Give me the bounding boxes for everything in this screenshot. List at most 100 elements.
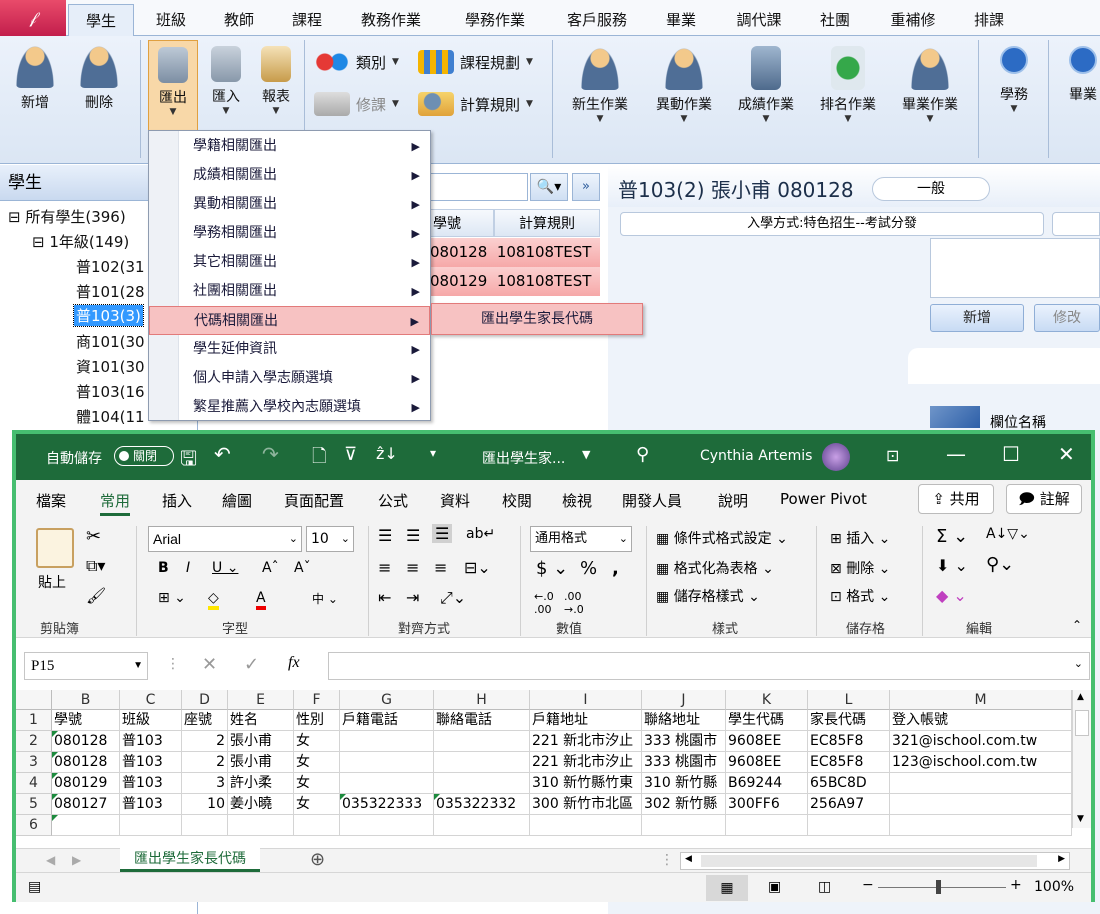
table-cell[interactable]: 221 新北市汐止 <box>530 752 642 773</box>
table-cell[interactable]: 聯絡電話 <box>434 710 530 731</box>
tree-class-item[interactable]: 普101(28 <box>76 281 145 302</box>
calc-rule-button[interactable]: 計算規則 ▼ <box>418 92 533 116</box>
tree-class-item[interactable]: 普103(16 <box>76 381 145 402</box>
zoom-slider[interactable] <box>878 880 1006 894</box>
cut-icon[interactable]: ✂ <box>86 526 101 547</box>
table-cell[interactable]: 302 新竹縣 <box>642 794 726 815</box>
search-icon[interactable]: ⚲ <box>636 444 649 465</box>
table-cell[interactable]: 女 <box>294 731 340 752</box>
column-header-h[interactable]: H <box>434 690 530 710</box>
clear-icon[interactable]: ◆ ⌄ <box>936 586 967 605</box>
table-cell[interactable] <box>890 773 1072 794</box>
orientation-icon[interactable]: ⤢⌄ <box>440 588 466 608</box>
table-cell[interactable]: 123@ischool.com.tw <box>890 752 1072 773</box>
edit-button[interactable]: 修改 <box>1034 304 1100 332</box>
column-header-b[interactable]: B <box>52 690 120 710</box>
table-cell[interactable]: 聯絡地址 <box>642 710 726 731</box>
tab-page-layout[interactable]: 頁面配置 <box>284 490 344 511</box>
tab-student-affairs[interactable]: 學務作業 <box>450 4 540 36</box>
row-header[interactable]: 3 <box>16 752 52 773</box>
bold-icon[interactable]: B <box>158 560 169 576</box>
delete-student-button[interactable]: 刪除 <box>72 44 126 112</box>
table-cell[interactable] <box>434 752 530 773</box>
table-cell[interactable] <box>120 815 182 836</box>
page-break-view-icon[interactable]: ◫ <box>818 879 831 895</box>
table-cell[interactable]: 310 新竹縣 <box>642 773 726 794</box>
table-cell[interactable]: 登入帳號 <box>890 710 1072 731</box>
table-cell[interactable] <box>340 752 434 773</box>
table-cell[interactable]: 張小甫 <box>228 731 294 752</box>
table-cell[interactable]: 300FF6 <box>726 794 808 815</box>
table-cell[interactable]: EC85F8 <box>808 731 890 752</box>
tab-course[interactable]: 課程 <box>278 4 336 36</box>
prev-sheet-icon[interactable]: ◀ <box>46 853 55 867</box>
table-cell[interactable]: 080128 <box>52 731 120 752</box>
tab-graduation[interactable]: 畢業 <box>652 4 710 36</box>
table-cell[interactable] <box>294 815 340 836</box>
row-header[interactable]: 1 <box>16 710 52 731</box>
search-button[interactable]: 🔍▾ <box>530 173 568 201</box>
new-file-icon[interactable]: 🗋 <box>312 444 326 474</box>
shrink-font-icon[interactable]: Aˇ <box>294 560 311 576</box>
table-cell[interactable] <box>530 815 642 836</box>
menu-item-enrollment-export[interactable]: 學籍相關匯出 ▶ <box>149 132 430 161</box>
table-cell[interactable] <box>182 815 228 836</box>
table-cell[interactable]: 2 <box>182 731 228 752</box>
table-cell[interactable]: EC85F8 <box>808 752 890 773</box>
sheet-tab[interactable]: 匯出學生家長代碼 <box>120 848 260 872</box>
sort-icon[interactable]: ẑ↓ <box>376 444 398 463</box>
row-header[interactable]: 2 <box>16 731 52 752</box>
tab-file[interactable]: 檔案 <box>36 490 66 511</box>
table-row[interactable]: 080129 108108TEST <box>430 267 600 296</box>
search-input[interactable] <box>430 173 528 201</box>
zoom-level[interactable]: 100% <box>1034 879 1074 895</box>
align-bottom-icon[interactable]: ☰ <box>432 524 453 543</box>
file-name[interactable]: 匯出學生家... <box>482 448 565 468</box>
name-box[interactable]: P15 ▼ <box>24 652 148 680</box>
table-cell[interactable] <box>726 815 808 836</box>
italic-icon[interactable]: I <box>186 560 190 576</box>
maximize-icon[interactable]: ☐ <box>1002 442 1020 466</box>
comma-icon[interactable]: , <box>612 558 619 579</box>
table-cell[interactable] <box>52 815 120 836</box>
table-cell[interactable]: 姜小曉 <box>228 794 294 815</box>
number-format-select[interactable]: 通用格式 ⌄ <box>530 526 632 552</box>
table-cell[interactable] <box>434 815 530 836</box>
student-affairs-button[interactable]: 學務 ▼ <box>988 46 1040 114</box>
menu-item-affairs-export[interactable]: 學務相關匯出 ▶ <box>149 219 430 248</box>
format-cells-button[interactable]: ⊡ 格式 ⌄ <box>830 586 890 606</box>
h-scroll-thumb[interactable] <box>701 855 1037 867</box>
table-cell[interactable]: 普103 <box>120 794 182 815</box>
underline-icon[interactable]: U ⌄ <box>212 560 238 576</box>
column-header-c[interactable]: C <box>120 690 182 710</box>
table-cell[interactable]: 2 <box>182 752 228 773</box>
table-cell[interactable] <box>434 731 530 752</box>
fill-color-icon[interactable]: ◇ <box>208 590 219 610</box>
repair-button[interactable]: 修課 ▼ <box>314 92 399 116</box>
menu-item-star-recommendation[interactable]: 繁星推薦入學校內志願選填 ▶ <box>149 393 430 422</box>
tab-home[interactable]: 常用 <box>100 490 131 516</box>
zoom-thumb[interactable] <box>936 880 941 894</box>
format-as-table-button[interactable]: ▦ 格式化為表格 ⌄ <box>656 558 774 578</box>
table-cell[interactable]: 333 桃園市 <box>642 731 726 752</box>
table-cell[interactable]: 080128 <box>52 752 120 773</box>
add-button[interactable]: 新增 <box>930 304 1024 332</box>
filter-icon[interactable]: ⊽ <box>344 444 357 465</box>
submenu-export-parent-code[interactable]: 匯出學生家長代碼 <box>431 303 643 335</box>
table-cell[interactable]: 035322332 <box>434 794 530 815</box>
table-cell[interactable] <box>890 815 1072 836</box>
decrease-indent-icon[interactable]: ⇤ <box>378 588 391 607</box>
scroll-down-icon[interactable]: ▼ <box>1077 814 1084 824</box>
table-cell[interactable] <box>340 773 434 794</box>
save-icon[interactable]: 🖫 <box>180 444 197 478</box>
table-cell[interactable] <box>890 794 1072 815</box>
column-header-j[interactable]: J <box>642 690 726 710</box>
increase-indent-icon[interactable]: ⇥ <box>406 588 419 607</box>
cancel-icon[interactable]: ✕ <box>202 654 217 675</box>
merge-center-icon[interactable]: ⊟⌄ <box>464 558 491 577</box>
fill-icon[interactable]: ⬇ ⌄ <box>936 556 968 575</box>
column-header-m[interactable]: M <box>890 690 1072 710</box>
tab-data[interactable]: 資料 <box>440 490 470 511</box>
scroll-thumb[interactable] <box>1075 710 1089 736</box>
tab-makeup[interactable]: 重補修 <box>878 4 948 36</box>
